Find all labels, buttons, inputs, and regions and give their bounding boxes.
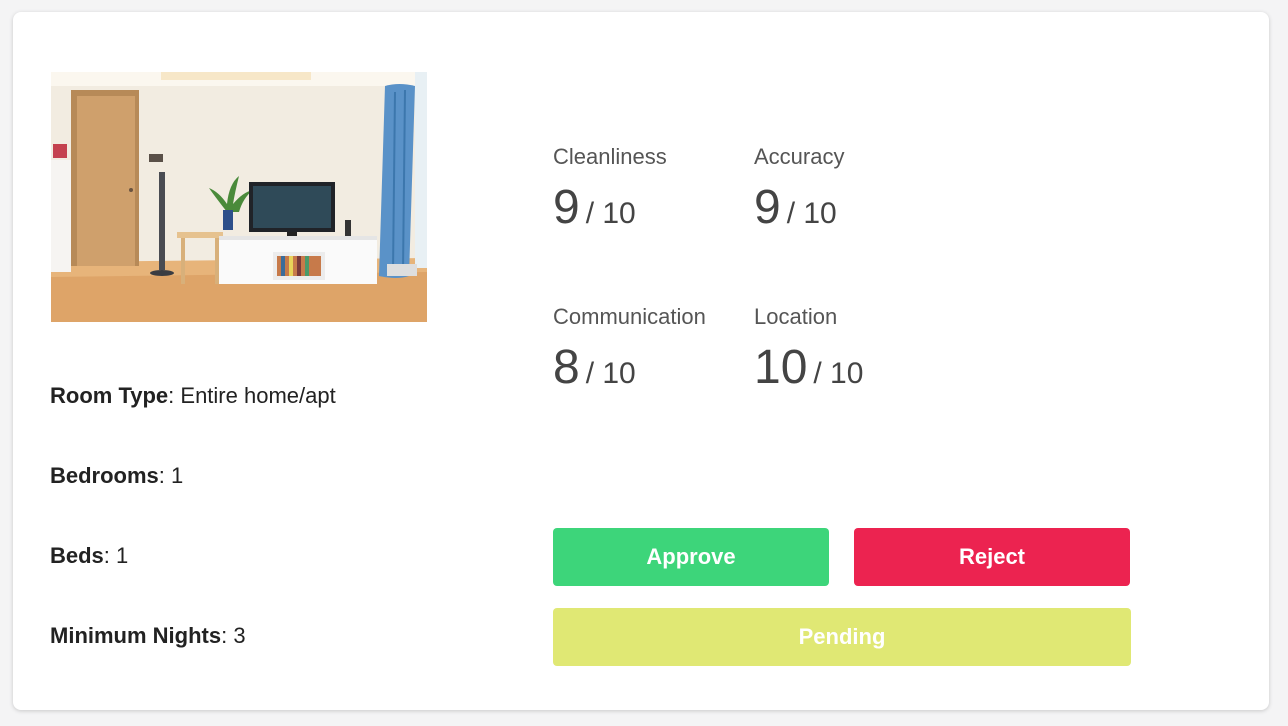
room-type-value: Entire home/apt bbox=[174, 383, 336, 408]
room-type-key: Room Type bbox=[50, 383, 169, 408]
bedrooms-value: 1 bbox=[164, 463, 184, 488]
rating-value: 9/ 10 bbox=[754, 184, 844, 232]
rating-label: Accuracy bbox=[754, 144, 845, 169]
listing-photo bbox=[51, 72, 427, 322]
rating-value: 8/ 10 bbox=[553, 344, 706, 392]
minimum-nights-value: 3 bbox=[227, 623, 246, 648]
rating-communication: Communication 8/ 10 bbox=[553, 304, 706, 392]
rating-score: 9 bbox=[553, 181, 580, 234]
bedrooms-detail: Bedrooms: 1 bbox=[50, 463, 183, 489]
rating-score: 8 bbox=[553, 341, 580, 394]
rating-score: 10 bbox=[754, 341, 808, 394]
rating-max: / 10 bbox=[585, 197, 636, 230]
room-type-detail: Room Type: Entire home/apt bbox=[50, 383, 336, 409]
rating-location: Location 10/ 10 bbox=[754, 304, 863, 392]
reject-button[interactable]: Reject bbox=[854, 528, 1130, 586]
rating-score: 9 bbox=[754, 181, 781, 234]
listing-review-card: Room Type: Entire home/apt Bedrooms: 1 B… bbox=[13, 12, 1269, 710]
rating-max: / 10 bbox=[813, 357, 864, 390]
beds-detail: Beds: 1 bbox=[50, 543, 128, 569]
rating-label: Cleanliness bbox=[553, 144, 667, 169]
minimum-nights-key: Minimum Nights bbox=[50, 623, 222, 648]
rating-accuracy: Accuracy 9/ 10 bbox=[754, 144, 844, 232]
approve-button[interactable]: Approve bbox=[553, 528, 829, 586]
minimum-nights-detail: Minimum Nights: 3 bbox=[50, 623, 246, 649]
rating-max: / 10 bbox=[786, 197, 837, 230]
rating-cleanliness: Cleanliness 9/ 10 bbox=[553, 144, 667, 232]
beds-value: 1 bbox=[109, 543, 129, 568]
rating-value: 9/ 10 bbox=[553, 184, 667, 232]
rating-label: Location bbox=[754, 304, 838, 329]
beds-key: Beds bbox=[50, 543, 104, 568]
living-room-photo-icon bbox=[51, 72, 427, 322]
rating-value: 10/ 10 bbox=[754, 344, 863, 392]
rating-max: / 10 bbox=[585, 357, 636, 390]
bedrooms-key: Bedrooms bbox=[50, 463, 159, 488]
rating-label: Communication bbox=[553, 304, 706, 329]
pending-button[interactable]: Pending bbox=[553, 608, 1131, 666]
